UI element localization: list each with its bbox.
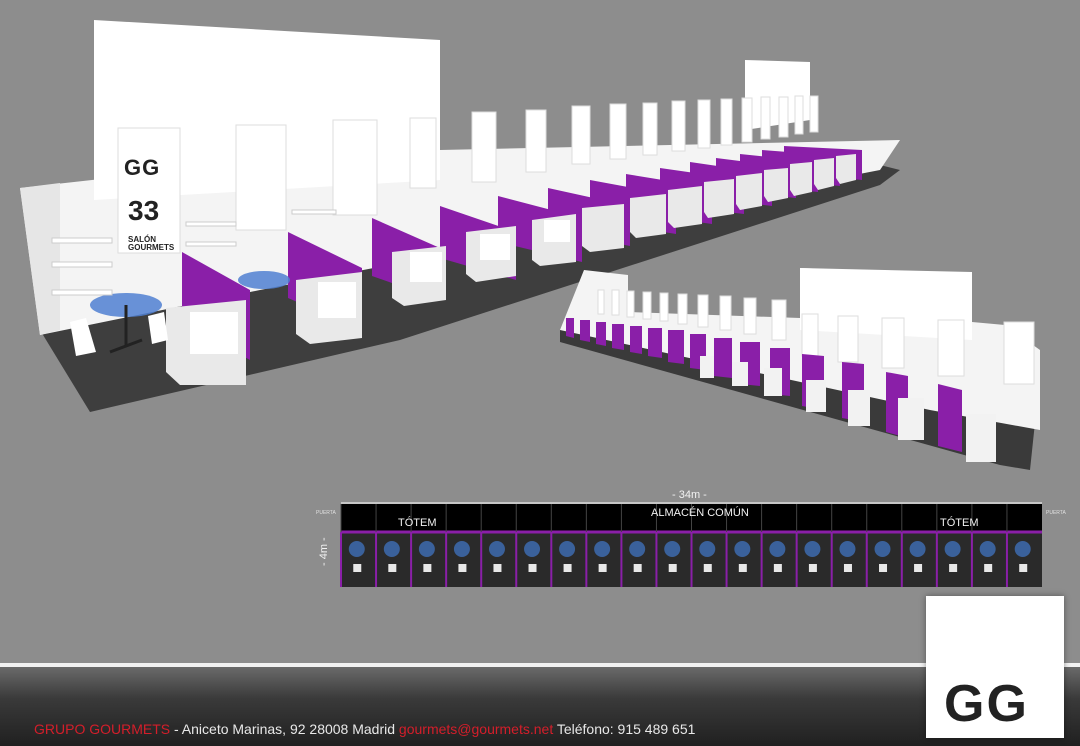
plan-counter	[633, 564, 642, 572]
plan-table	[734, 541, 751, 557]
plan-counter	[703, 564, 712, 572]
plan-table	[629, 541, 646, 557]
footer-company: GRUPO GOURMETS	[34, 721, 171, 737]
plan-depth-label: - 4m -	[318, 537, 330, 566]
footer-phone: Teléfono: 915 489 651	[553, 721, 696, 737]
plan-table	[839, 541, 856, 557]
banner-logo-letters: GG	[124, 155, 161, 180]
plan-table	[909, 541, 926, 557]
plan-totem-right-label: TÓTEM	[940, 517, 979, 529]
plan-table	[453, 541, 470, 557]
plan-door-left-label: PUERTA	[316, 510, 336, 516]
plan-counter	[1019, 564, 1028, 572]
plan-table	[664, 541, 681, 557]
plan-counter	[808, 564, 817, 572]
plan-table	[524, 541, 541, 557]
plan-table	[699, 541, 716, 557]
footer-address: - Aniceto Marinas, 92 28008 Madrid	[170, 721, 399, 737]
plan-table	[348, 541, 365, 557]
brand-logo: GG	[926, 596, 1064, 738]
banner-name-line2: GOURMETS	[128, 243, 175, 252]
plan-table	[979, 541, 996, 557]
plan-table	[804, 541, 821, 557]
plan-counter	[668, 564, 677, 572]
plan-table	[383, 541, 400, 557]
plan-counter	[528, 564, 537, 572]
footer-contact: GRUPO GOURMETS - Aniceto Marinas, 92 280…	[34, 721, 695, 737]
plan-table	[874, 541, 891, 557]
plan-counter	[493, 564, 502, 572]
stand-render-scene	[20, 20, 1042, 678]
plan-door-right-label: PUERTA	[1046, 510, 1066, 516]
plan-counter	[773, 564, 782, 572]
plan-counter	[879, 564, 888, 572]
brand-logo-letters: GG	[944, 675, 1029, 733]
plan-counter	[423, 564, 432, 572]
plan-totem-left-label: TÓTEM	[398, 517, 437, 529]
small-stand-render	[560, 268, 1040, 470]
plan-table	[418, 541, 435, 557]
plan-counter	[353, 564, 362, 572]
plan-counter	[843, 564, 852, 572]
plan-counter	[388, 564, 397, 572]
plan-counter	[458, 564, 467, 572]
plan-table	[594, 541, 611, 557]
plan-counter	[563, 564, 572, 572]
plan-storage-label: ALMACÉN COMÚN	[651, 507, 749, 519]
plan-table	[1014, 541, 1031, 557]
plan-table	[559, 541, 576, 557]
footer-email[interactable]: gourmets@gourmets.net	[399, 721, 553, 737]
plan-counter	[738, 564, 747, 572]
banner-number: 33	[128, 195, 160, 226]
plan-table	[769, 541, 786, 557]
plan-table	[944, 541, 961, 557]
plan-table	[488, 541, 505, 557]
plan-counter	[598, 564, 607, 572]
plan-counter	[984, 564, 993, 572]
plan-counter	[914, 564, 923, 572]
plan-counter	[949, 564, 958, 572]
plan-width-label: - 34m -	[672, 489, 707, 501]
